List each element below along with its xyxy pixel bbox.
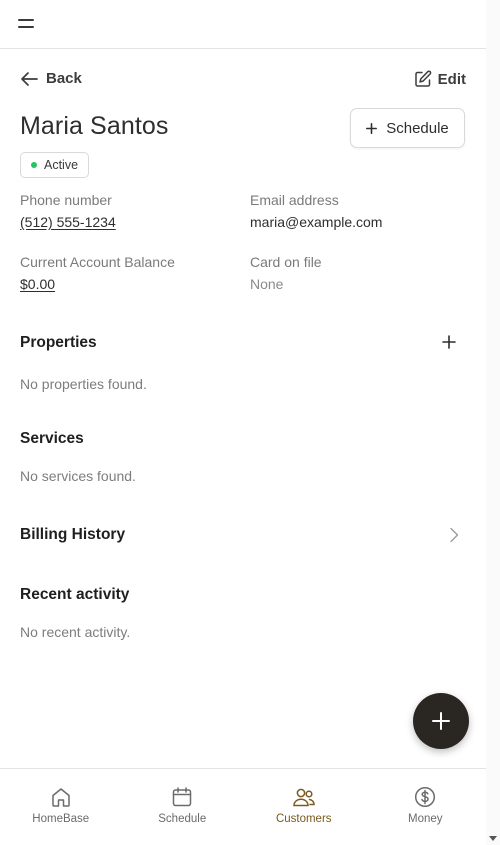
chevron-right-icon[interactable] (449, 527, 459, 543)
activity-empty-text: No recent activity. (20, 624, 131, 640)
schedule-label: Schedule (386, 119, 449, 137)
scroll-down-arrow-icon[interactable] (489, 836, 497, 841)
hamburger-menu-icon[interactable] (18, 17, 36, 31)
back-label: Back (46, 70, 82, 87)
add-fab-button[interactable] (413, 693, 469, 749)
nav-item-homebase[interactable]: HomeBase (0, 769, 122, 845)
services-empty-text: No services found. (20, 468, 136, 484)
page-scrollbar[interactable] (486, 0, 500, 845)
nav-item-money[interactable]: Money (365, 769, 487, 845)
phone-label: Phone number (20, 192, 112, 208)
balance-label: Current Account Balance (20, 254, 175, 270)
card-label: Card on file (250, 254, 322, 270)
nav-label-schedule: Schedule (158, 813, 207, 825)
properties-empty-text: No properties found. (20, 376, 147, 392)
plus-icon (432, 712, 450, 730)
card-value: None (250, 276, 284, 292)
nav-item-customers[interactable]: Customers (243, 769, 365, 845)
email-label: Email address (250, 192, 339, 208)
customer-name: Maria Santos (20, 112, 169, 140)
bottom-nav: HomeBase Schedule Customers Money (0, 768, 486, 845)
nav-item-schedule[interactable]: Schedule (122, 769, 244, 845)
back-button[interactable]: Back (20, 70, 82, 87)
users-icon (292, 788, 315, 807)
nav-label-customers: Customers (275, 813, 332, 825)
edit-label: Edit (437, 70, 466, 88)
recent-activity-title: Recent activity (20, 586, 130, 603)
schedule-button[interactable]: Schedule (350, 108, 465, 148)
plus-icon (366, 122, 378, 134)
email-value: maria@example.com (250, 214, 383, 230)
arrow-left-icon (21, 71, 38, 86)
balance-value-link[interactable]: $0.00 (20, 276, 55, 292)
header-actions: Back Edit (20, 70, 466, 94)
edit-button[interactable]: Edit (414, 70, 466, 88)
status-badge: Active (20, 152, 90, 178)
status-label: Active (44, 158, 79, 172)
home-icon (52, 788, 70, 807)
nav-label-homebase: HomeBase (32, 813, 90, 825)
nav-label-money: Money (407, 813, 443, 825)
phone-value-link[interactable]: (512) 555-1234 (20, 214, 116, 230)
properties-title: Properties (20, 334, 97, 351)
billing-history-title[interactable]: Billing History (20, 526, 125, 544)
calendar-icon (173, 787, 192, 807)
add-property-plus-icon[interactable] (442, 335, 456, 349)
services-title: Services (20, 430, 84, 447)
app-screen: Back Edit Maria Santos Schedule Active P… (0, 0, 486, 845)
status-dot-icon (31, 162, 37, 168)
edit-icon (414, 70, 431, 87)
dollar-circle-icon (415, 786, 436, 808)
top-bar (0, 0, 486, 49)
